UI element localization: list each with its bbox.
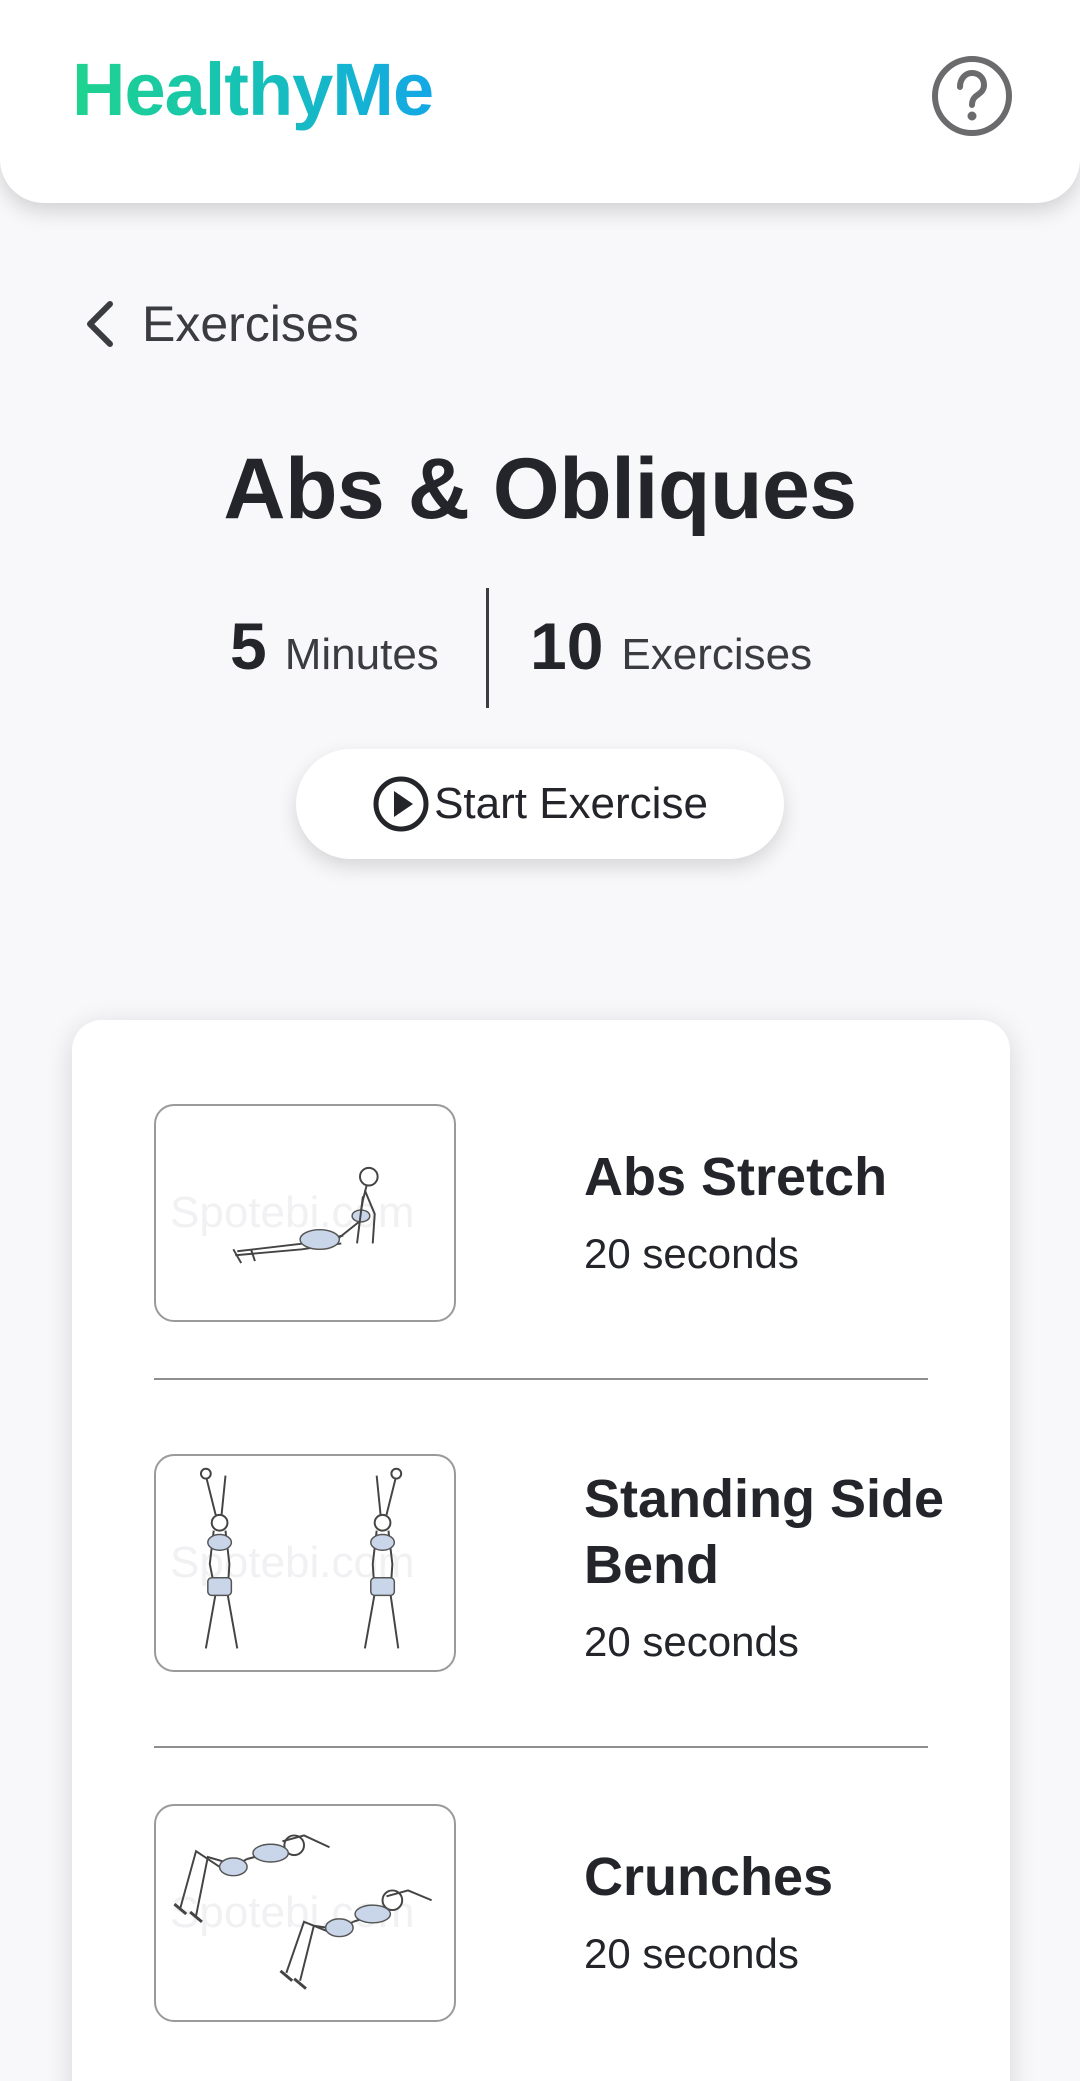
exercise-thumbnail: Spotebi.com xyxy=(154,1804,456,2022)
abs-stretch-illustration xyxy=(232,1166,379,1264)
duration-stat: 5 Minutes xyxy=(230,608,439,684)
exercise-item-crunches[interactable]: Spotebi.com Crunches 20 seconds xyxy=(154,1804,928,2022)
workout-title: Abs & Obliques xyxy=(223,441,857,537)
exercise-count-value: 10 xyxy=(530,609,604,683)
duration-unit: Minutes xyxy=(284,630,439,679)
exercise-item-abs-stretch[interactable]: Spotebi.com Abs Stretch 20 seconds xyxy=(154,1104,928,1322)
app-header: HealthyMe xyxy=(0,0,1080,203)
back-label: Exercises xyxy=(142,296,359,352)
exercise-name: Crunches xyxy=(584,1847,834,1907)
list-divider xyxy=(154,1378,928,1380)
exercise-name: Standing Side Bend xyxy=(584,1469,945,1595)
duration-value: 5 xyxy=(230,609,267,683)
chevron-left-icon xyxy=(87,301,113,347)
exercise-duration: 20 seconds xyxy=(584,1230,799,1277)
standing-side-bend-illustration xyxy=(199,1467,403,1649)
exercise-thumbnail: Spotebi.com xyxy=(154,1104,456,1322)
start-exercise-label: Start Exercise xyxy=(434,779,708,828)
app-logo: HealthyMe xyxy=(72,46,434,135)
question-circle-icon xyxy=(932,56,1012,136)
help-button[interactable] xyxy=(930,54,1014,138)
exercise-list: Spotebi.com Abs Stretch 20 seconds Spote… xyxy=(72,1020,1010,2081)
start-exercise-button[interactable]: Start Exercise xyxy=(296,749,784,859)
back-to-exercises-link[interactable]: Exercises xyxy=(82,292,359,356)
list-divider xyxy=(154,1746,928,1748)
workout-stats: 5 Minutes 10 Exercises xyxy=(0,588,1080,708)
crunches-illustration xyxy=(173,1834,433,1990)
exercise-duration: 20 seconds xyxy=(584,1930,799,1977)
play-circle-icon xyxy=(373,776,429,832)
exercise-item-standing-side-bend[interactable]: Spotebi.com Standing Side Bend 20 second… xyxy=(154,1454,944,1672)
exercise-count-stat: 10 Exercises xyxy=(530,608,812,684)
exercise-name: Abs Stretch xyxy=(584,1147,888,1207)
exercise-detail-screen: HealthyMe Exercises Abs & Obliques 5 Min… xyxy=(0,0,1080,2081)
exercise-count-unit: Exercises xyxy=(621,630,813,679)
stats-divider xyxy=(486,588,489,708)
exercise-thumbnail: Spotebi.com xyxy=(154,1454,456,1672)
exercise-duration: 20 seconds xyxy=(584,1618,799,1665)
